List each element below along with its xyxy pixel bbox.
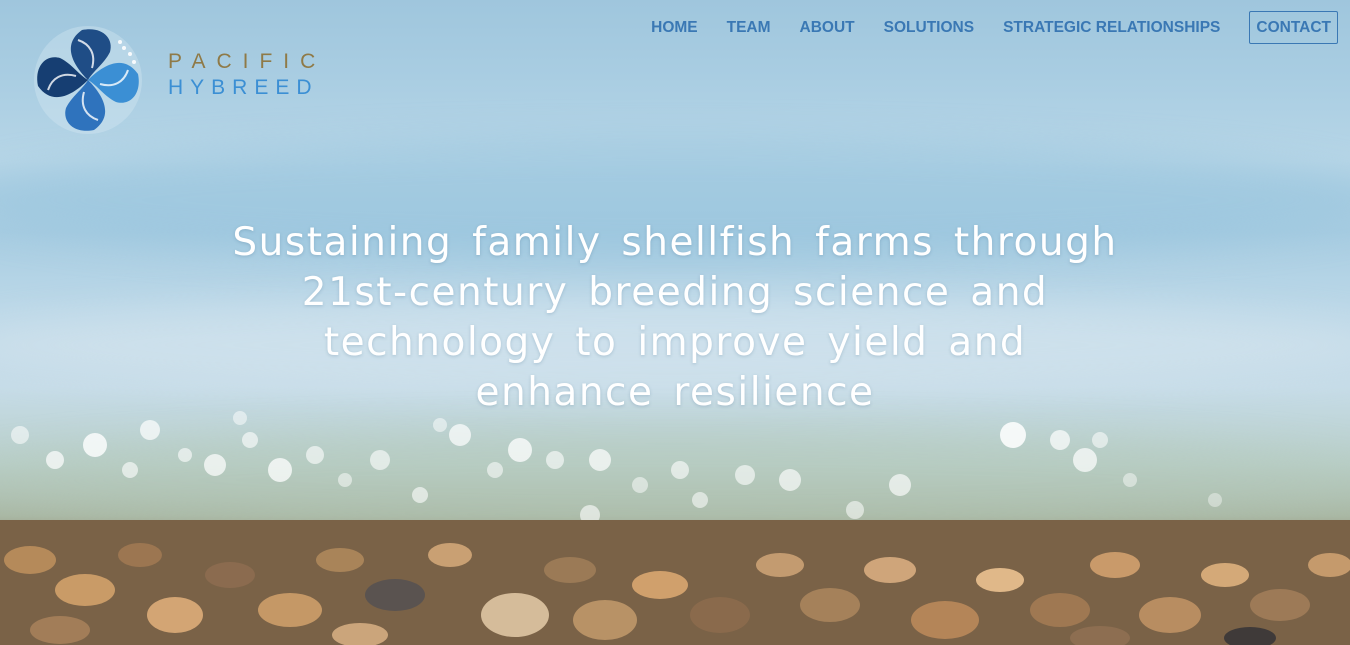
shell-spiral-logo-icon xyxy=(34,26,142,134)
hero-headline: Sustaining family shellfish farms throug… xyxy=(232,220,1118,415)
nav-contact-button[interactable]: CONTACT xyxy=(1249,11,1338,44)
nav-solutions[interactable]: SOLUTIONS xyxy=(884,12,974,43)
nav-home[interactable]: HOME xyxy=(651,12,698,43)
main-nav: HOME TEAM ABOUT SOLUTIONS STRATEGIC RELA… xyxy=(622,11,1338,44)
brand-name-line-1: PACIFIC xyxy=(168,50,327,73)
nav-about[interactable]: ABOUT xyxy=(800,12,855,43)
beach-pebbles xyxy=(0,520,1350,645)
nav-strategic-relationships[interactable]: STRATEGIC RELATIONSHIPS xyxy=(1003,12,1220,43)
nav-team[interactable]: TEAM xyxy=(727,12,771,43)
brand-name-line-2: HYBREED xyxy=(168,76,319,99)
brand-logo[interactable]: PACIFIC HYBREED xyxy=(32,24,362,136)
